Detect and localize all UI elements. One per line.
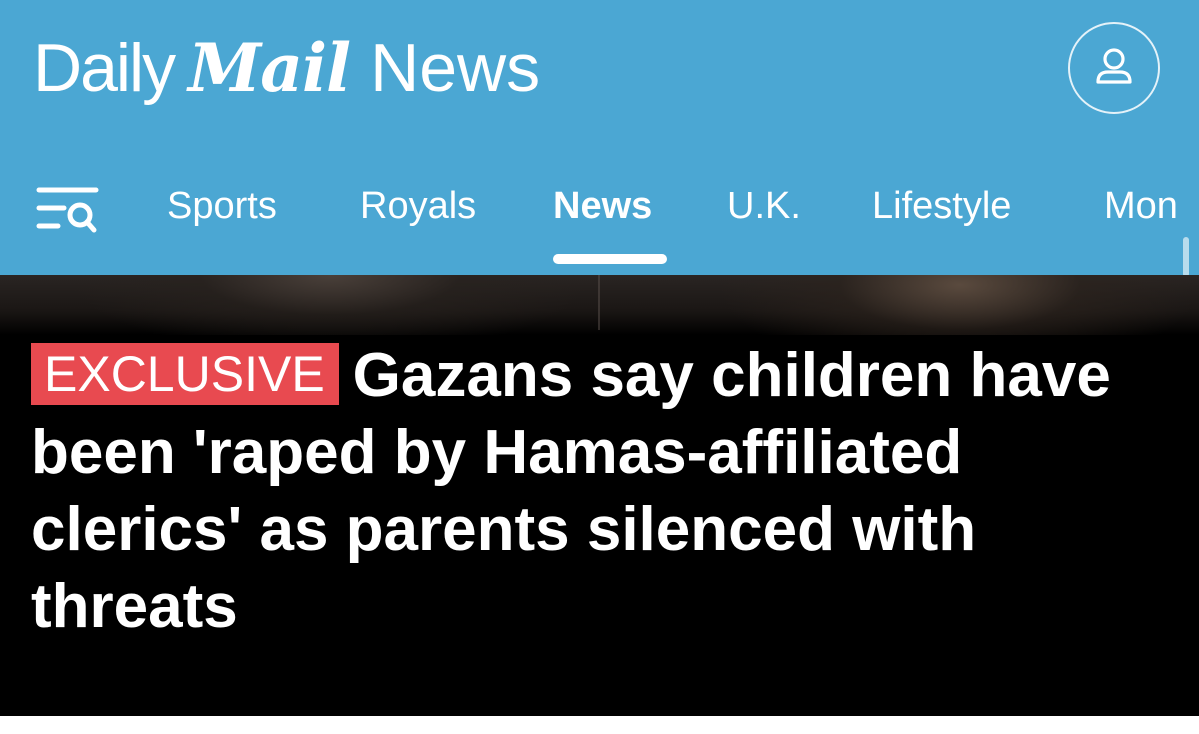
brand-logo[interactable]: Daily Mail News — [33, 20, 540, 115]
nav-item-uk[interactable]: U.K. — [727, 184, 801, 228]
page-bottom-strip — [0, 716, 1199, 734]
active-tab-indicator — [553, 254, 667, 264]
site-header: Daily Mail News Sports Royals News U.K. … — [0, 0, 1199, 277]
nav-item-news[interactable]: News — [553, 184, 652, 228]
menu-search-button[interactable] — [36, 182, 100, 238]
account-button[interactable] — [1068, 22, 1160, 114]
brand-daily-text: Daily — [33, 29, 176, 106]
nav-item-sports[interactable]: Sports — [167, 184, 277, 228]
brand-news-text: News — [370, 29, 541, 106]
exclusive-badge: EXCLUSIVE — [31, 343, 339, 405]
page: Daily Mail News Sports Royals News U.K. … — [0, 0, 1199, 734]
nav-item-royals[interactable]: Royals — [360, 184, 476, 228]
hero-article[interactable]: EXCLUSIVE Gazans say children have been '… — [0, 275, 1199, 716]
hero-image-divider — [598, 275, 600, 330]
section-nav: Sports Royals News U.K. Lifestyle Mon — [0, 160, 1199, 270]
menu-search-icon — [36, 187, 99, 233]
user-icon — [1096, 48, 1132, 84]
nav-item-more[interactable]: Mon — [1104, 184, 1178, 228]
nav-item-lifestyle[interactable]: Lifestyle — [872, 184, 1011, 228]
article-headline[interactable]: EXCLUSIVE Gazans say children have been '… — [31, 337, 1171, 645]
nav-scrollbar[interactable] — [1183, 237, 1189, 277]
brand-mail-text: Mail — [188, 28, 351, 107]
